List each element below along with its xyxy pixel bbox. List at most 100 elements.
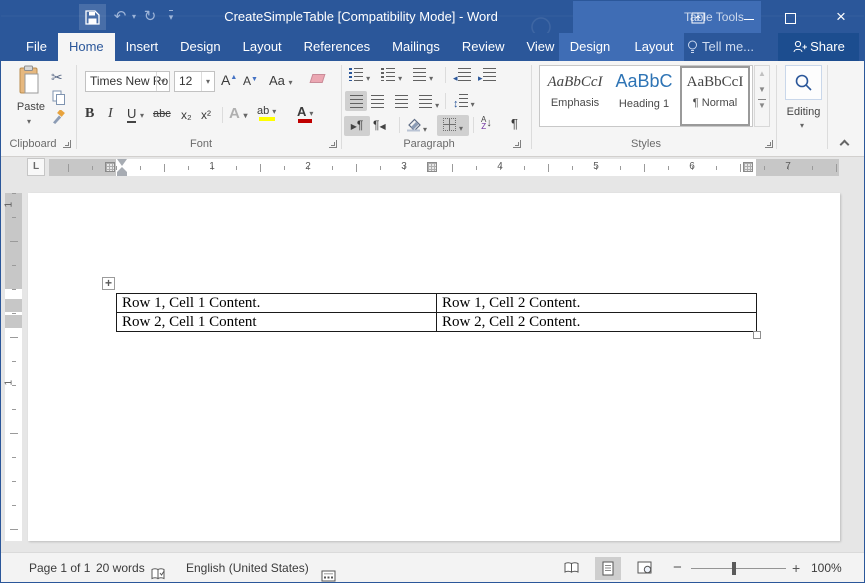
bullets-button[interactable]: ▾ bbox=[349, 68, 370, 84]
editing-dropdown[interactable]: ▾ bbox=[800, 121, 804, 130]
superscript-button[interactable]: x² bbox=[201, 108, 211, 122]
collapse-ribbon-button[interactable] bbox=[841, 139, 848, 151]
undo-button[interactable]: ↶ bbox=[109, 1, 131, 33]
line-spacing-button[interactable]: ↕ ▾ bbox=[453, 94, 475, 110]
clear-formatting-button[interactable] bbox=[311, 74, 324, 86]
copy-button[interactable] bbox=[52, 90, 66, 109]
minimize-button[interactable] bbox=[739, 1, 759, 31]
format-painter-button[interactable] bbox=[51, 110, 66, 128]
italic-button[interactable]: I bbox=[108, 106, 113, 122]
styles-dialog-launcher[interactable] bbox=[765, 140, 773, 148]
style-normal[interactable]: AaBbCcI ¶ Normal bbox=[680, 66, 750, 126]
align-left-button[interactable] bbox=[345, 91, 367, 111]
grow-font-button[interactable]: A▲ bbox=[221, 72, 237, 88]
increase-indent-button[interactable]: ▸ bbox=[478, 68, 496, 84]
table-column-marker[interactable] bbox=[427, 162, 437, 172]
highlight-color-button[interactable]: ab▾ bbox=[257, 105, 276, 121]
zoom-slider-track[interactable] bbox=[691, 568, 786, 569]
redo-button[interactable]: ↻ bbox=[139, 1, 161, 33]
paste-dropdown[interactable]: ▾ bbox=[27, 117, 31, 126]
font-size-dropdown[interactable]: ▾ bbox=[201, 72, 214, 91]
subscript-button[interactable]: x₂ bbox=[181, 108, 192, 122]
tab-review[interactable]: Review bbox=[451, 33, 516, 61]
tab-table-design[interactable]: Design bbox=[559, 33, 621, 61]
table-column-marker[interactable] bbox=[743, 162, 753, 172]
multilevel-list-button[interactable]: ▾ bbox=[413, 68, 433, 84]
tab-mailings[interactable]: Mailings bbox=[381, 33, 451, 61]
table-move-handle[interactable]: + bbox=[102, 277, 115, 290]
paste-label[interactable]: Paste bbox=[11, 101, 51, 113]
zoom-slider-thumb[interactable] bbox=[732, 562, 736, 575]
tab-file[interactable]: File bbox=[15, 33, 58, 61]
maximize-button[interactable] bbox=[785, 11, 796, 29]
macro-record-icon[interactable] bbox=[321, 563, 336, 583]
tab-insert[interactable]: Insert bbox=[115, 33, 170, 61]
table-column-marker[interactable] bbox=[105, 162, 115, 172]
share-button[interactable]: Share bbox=[778, 33, 859, 61]
shading-button[interactable]: ▾ bbox=[405, 116, 427, 135]
tab-layout[interactable]: Layout bbox=[232, 33, 293, 61]
numbering-button[interactable]: ▾ bbox=[381, 68, 402, 84]
font-dialog-launcher[interactable] bbox=[329, 140, 337, 148]
change-case-button[interactable]: Aa ▾ bbox=[269, 73, 293, 88]
bold-button[interactable]: B bbox=[85, 106, 94, 122]
sort-button[interactable]: A Z ↓ bbox=[481, 116, 492, 130]
font-name-combo[interactable]: Times New Ro ▾ bbox=[85, 71, 170, 92]
underline-dropdown[interactable]: ▾ bbox=[140, 111, 144, 120]
print-layout-button[interactable] bbox=[595, 557, 621, 580]
tab-design[interactable]: Design bbox=[169, 33, 231, 61]
zoom-in-button[interactable]: + bbox=[792, 553, 800, 583]
table-cell[interactable]: Row 1, Cell 1 Content. bbox=[117, 294, 437, 313]
justify-button[interactable]: ▾ bbox=[419, 95, 439, 111]
font-color-button[interactable]: A▾ bbox=[297, 104, 313, 123]
left-indent-marker[interactable] bbox=[117, 172, 127, 176]
read-mode-button[interactable] bbox=[559, 557, 585, 580]
ltr-direction-button[interactable]: ▶¶ bbox=[344, 116, 370, 136]
styles-scroll-up-button[interactable]: ▲ bbox=[755, 66, 769, 82]
tab-view[interactable]: View bbox=[515, 33, 565, 61]
tell-me-box[interactable]: Tell me... bbox=[702, 33, 754, 61]
strikethrough-button[interactable]: abc bbox=[153, 108, 171, 120]
zoom-level[interactable]: 100% bbox=[811, 553, 842, 583]
decrease-indent-button[interactable]: ◂ bbox=[453, 68, 471, 84]
styles-more-button[interactable]: ▼ bbox=[755, 98, 769, 114]
web-layout-button[interactable] bbox=[631, 557, 657, 580]
show-marks-button[interactable]: ¶ bbox=[511, 116, 518, 131]
proofing-status-icon[interactable] bbox=[151, 562, 167, 583]
align-center-button[interactable] bbox=[371, 95, 384, 111]
ribbon-display-options-button[interactable] bbox=[691, 11, 705, 29]
paste-button[interactable] bbox=[17, 65, 41, 98]
underline-button[interactable]: U bbox=[127, 106, 136, 123]
zoom-out-button[interactable]: − bbox=[673, 553, 682, 583]
page-indicator[interactable]: Page 1 of 1 bbox=[29, 553, 90, 583]
tab-stop-selector[interactable]: L bbox=[27, 158, 45, 176]
shrink-font-button[interactable]: A▼ bbox=[243, 74, 258, 88]
align-right-button[interactable] bbox=[395, 95, 408, 111]
word-count[interactable]: 20 words bbox=[96, 553, 145, 583]
document-page[interactable] bbox=[28, 193, 840, 541]
table-cell[interactable]: Row 2, Cell 1 Content bbox=[117, 313, 437, 332]
paragraph-dialog-launcher[interactable] bbox=[513, 140, 521, 148]
table-cell[interactable]: Row 1, Cell 2 Content. bbox=[437, 294, 757, 313]
clipboard-dialog-launcher[interactable] bbox=[63, 140, 71, 148]
cut-button[interactable]: ✂ bbox=[51, 69, 63, 86]
font-name-dropdown[interactable]: ▾ bbox=[156, 72, 169, 91]
style-heading1[interactable]: AaBbC Heading 1 bbox=[610, 66, 678, 126]
tab-table-layout[interactable]: Layout bbox=[623, 33, 685, 61]
save-button[interactable] bbox=[79, 4, 106, 30]
undo-dropdown[interactable]: ▾ bbox=[129, 1, 139, 33]
language-indicator[interactable]: English (United States) bbox=[186, 553, 309, 583]
tab-home[interactable]: Home bbox=[58, 33, 115, 61]
table-resize-handle[interactable] bbox=[753, 331, 761, 339]
font-size-combo[interactable]: 12 ▾ bbox=[174, 71, 215, 92]
customize-qat-button[interactable]: ▾ bbox=[163, 1, 179, 33]
text-effects-button[interactable]: A ▾ bbox=[229, 105, 247, 122]
close-button[interactable]: × bbox=[829, 1, 853, 33]
styles-scroll-down-button[interactable]: ▼ bbox=[755, 82, 769, 98]
editing-find-button[interactable] bbox=[785, 65, 822, 100]
tab-references[interactable]: References bbox=[293, 33, 381, 61]
style-emphasis[interactable]: AaBbCcI Emphasis bbox=[542, 66, 608, 126]
rtl-direction-button[interactable]: ¶◀ bbox=[373, 118, 386, 132]
borders-button[interactable]: ▾ bbox=[437, 115, 469, 136]
first-line-indent-marker[interactable] bbox=[117, 159, 127, 166]
